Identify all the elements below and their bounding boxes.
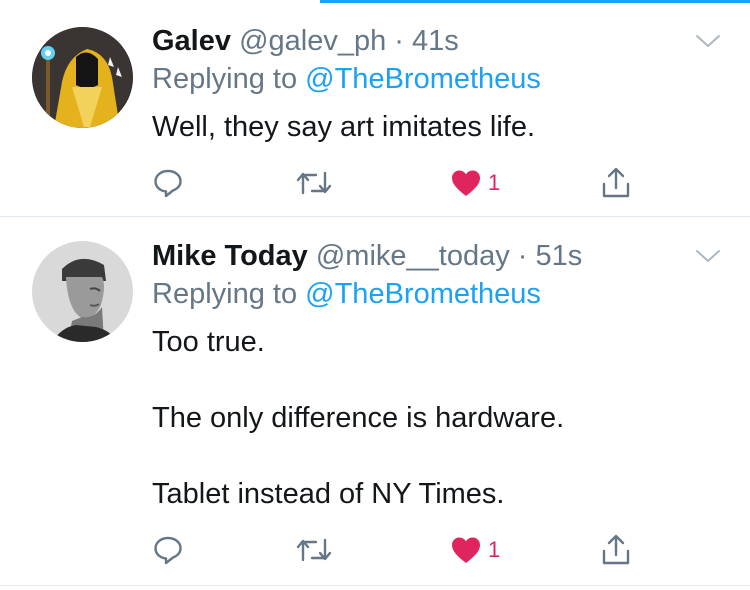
like-count: 1 [488, 537, 501, 562]
retweet-icon [296, 171, 332, 195]
tweet-header: Mike Today @mike__today · 51s [152, 237, 710, 275]
tweet-text-line: Too true. [152, 326, 265, 358]
chevron-down-icon[interactable] [694, 32, 722, 50]
replying-prefix: Replying to [152, 63, 306, 95]
reply-icon [154, 169, 182, 198]
display-name[interactable]: Galev [152, 25, 231, 57]
tweet-text-line: The only difference is hardware. [152, 402, 565, 434]
reply-button[interactable] [152, 163, 184, 203]
like-count: 1 [488, 170, 501, 195]
reply-icon [154, 536, 182, 565]
mention-link[interactable]: @TheBrometheus [305, 63, 541, 95]
retweet-button[interactable] [296, 163, 332, 203]
chevron-down-icon[interactable] [694, 247, 722, 265]
reply-button[interactable] [152, 530, 184, 570]
share-button[interactable] [600, 163, 632, 203]
tweet[interactable]: Mike Today @mike__today · 51s Replying t… [0, 217, 750, 585]
tweet-divider [0, 585, 750, 586]
avatar[interactable] [32, 241, 133, 342]
replying-prefix: Replying to [152, 278, 306, 310]
tweet-header: Galev @galev_ph · 41s [152, 22, 710, 60]
tweet-text: Too true. The only difference is hardwar… [152, 323, 710, 513]
tweet[interactable]: Galev @galev_ph · 41s Replying to @TheBr… [0, 0, 750, 216]
tweet-text-line: Well, they say art imitates life. [152, 111, 536, 143]
replying-to: Replying to @TheBrometheus [152, 60, 710, 98]
share-button[interactable] [600, 530, 632, 570]
avatar[interactable] [32, 27, 133, 128]
tweet-text-line: Tablet instead of NY Times. [152, 478, 505, 510]
heart-icon [452, 170, 480, 196]
tweet-actions: 1 [152, 530, 642, 570]
tweet-text: Well, they say art imitates life. [152, 108, 710, 146]
handle[interactable]: @galev_ph [239, 25, 386, 57]
tweet-actions: 1 [152, 163, 642, 203]
share-icon [602, 167, 630, 198]
retweet-icon [296, 538, 332, 562]
mention-link[interactable]: @TheBrometheus [305, 278, 541, 310]
retweet-button[interactable] [296, 530, 332, 570]
like-button[interactable]: 1 [450, 530, 500, 570]
timestamp[interactable]: · 41s [394, 25, 458, 57]
heart-icon [452, 537, 480, 563]
replying-to: Replying to @TheBrometheus [152, 275, 710, 313]
tweet-content: Galev @galev_ph · 41s Replying to @TheBr… [152, 22, 710, 146]
timestamp[interactable]: · 51s [518, 240, 582, 272]
display-name[interactable]: Mike Today [152, 240, 308, 272]
handle[interactable]: @mike__today [316, 240, 510, 272]
like-button[interactable]: 1 [450, 163, 500, 203]
share-icon [602, 534, 630, 565]
tweet-content: Mike Today @mike__today · 51s Replying t… [152, 237, 710, 513]
